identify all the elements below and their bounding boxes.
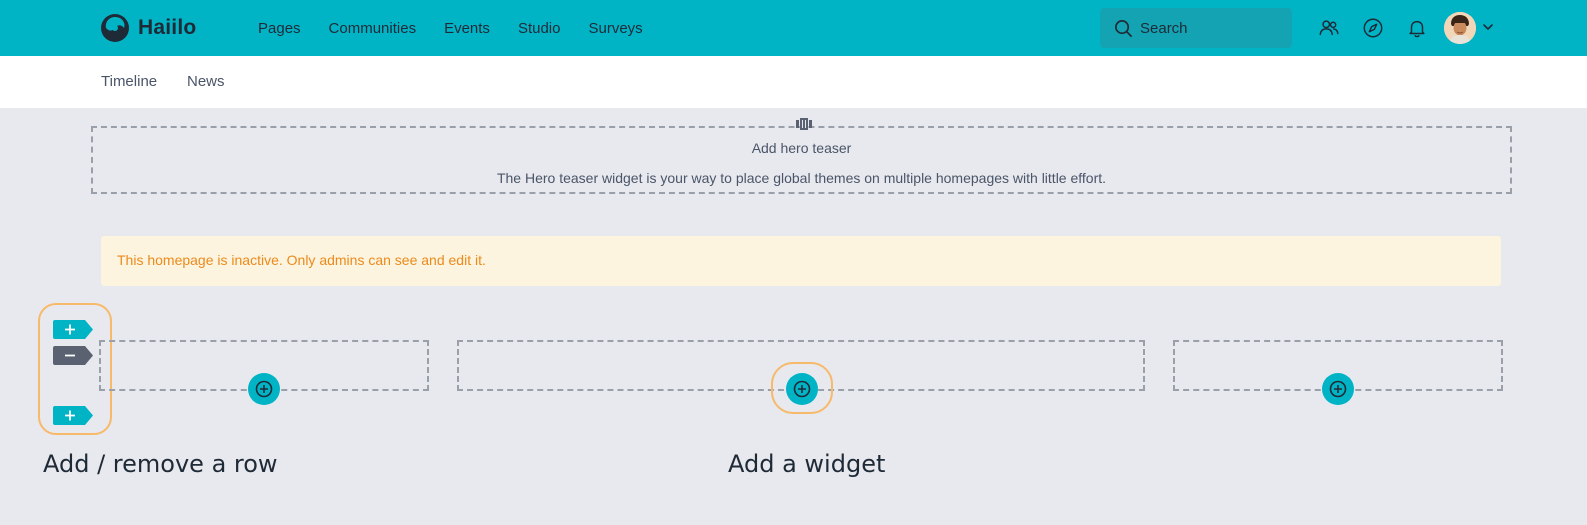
hero-teaser-description: The Hero teaser widget is your way to pl… xyxy=(496,170,1107,186)
plus-icon xyxy=(53,320,93,339)
add-widget-button[interactable] xyxy=(1322,373,1354,405)
brand-logo[interactable]: Haiilo xyxy=(100,12,196,44)
main-nav: Pages Communities Events Studio Surveys xyxy=(258,0,671,56)
plus-icon xyxy=(53,406,93,425)
tab-news[interactable]: News xyxy=(187,73,225,90)
widget-callout-label: Add a widget xyxy=(728,450,886,478)
drag-handle-icon[interactable] xyxy=(796,118,812,130)
people-icon[interactable] xyxy=(1317,16,1341,40)
nav-item-studio[interactable]: Studio xyxy=(518,20,561,37)
logo-icon xyxy=(101,14,129,42)
plus-circle-icon xyxy=(793,380,811,398)
add-row-above-button[interactable] xyxy=(53,320,93,339)
nav-item-pages[interactable]: Pages xyxy=(258,20,301,37)
add-row-below-button[interactable] xyxy=(53,406,93,425)
row-callout-label: Add / remove a row xyxy=(43,450,278,478)
search-icon xyxy=(1115,19,1132,37)
inactive-homepage-alert: This homepage is inactive. Only admins c… xyxy=(101,236,1501,286)
compass-icon[interactable] xyxy=(1361,16,1385,40)
alert-text: This homepage is inactive. Only admins c… xyxy=(117,252,486,268)
avatar[interactable] xyxy=(1444,12,1476,44)
minus-icon xyxy=(53,346,93,365)
sub-navigation: Timeline News xyxy=(0,56,1587,108)
nav-item-events[interactable]: Events xyxy=(444,20,490,37)
remove-row-button[interactable] xyxy=(53,346,93,365)
tab-timeline[interactable]: Timeline xyxy=(101,73,157,90)
hero-teaser-dropzone[interactable]: Add hero teaser The Hero teaser widget i… xyxy=(91,118,1512,194)
plus-circle-icon xyxy=(1329,380,1347,398)
search-box[interactable] xyxy=(1100,8,1292,48)
top-navigation-bar: Haiilo Pages Communities Events Studio S… xyxy=(0,0,1587,56)
user-portrait-icon xyxy=(1444,12,1476,44)
nav-item-communities[interactable]: Communities xyxy=(329,20,417,37)
brand-name: Haiilo xyxy=(138,16,197,39)
nav-item-surveys[interactable]: Surveys xyxy=(588,20,642,37)
search-input[interactable] xyxy=(1140,19,1280,37)
add-widget-button[interactable] xyxy=(786,373,818,405)
chevron-down-icon[interactable] xyxy=(1481,20,1495,34)
bell-icon[interactable] xyxy=(1405,16,1429,40)
hero-teaser-title: Add hero teaser xyxy=(751,140,852,156)
plus-circle-icon xyxy=(255,380,273,398)
add-widget-button[interactable] xyxy=(248,373,280,405)
